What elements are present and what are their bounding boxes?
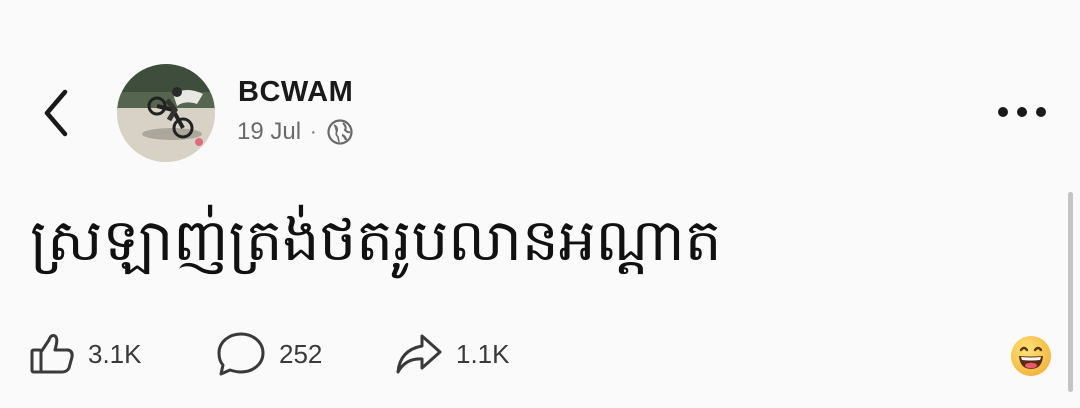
meta-separator: · — [310, 120, 317, 143]
share-arrow-icon — [396, 334, 442, 374]
author-name[interactable]: BCWAM — [238, 76, 353, 109]
like-button[interactable]: 3.1K — [28, 330, 142, 378]
post-view: BCWAM 19 Jul · ស្រឡាញ់ត្រង់ថតរូបលានអណ្ដា… — [0, 0, 1080, 408]
more-options-button[interactable] — [990, 92, 1054, 132]
comment-button[interactable]: 252 — [215, 330, 322, 378]
globe-icon — [327, 119, 353, 145]
post-date[interactable]: 19 Jul — [237, 118, 301, 146]
comment-count: 252 — [279, 338, 323, 369]
more-horizontal-icon-dot — [1036, 107, 1046, 117]
comment-bubble-icon — [217, 332, 265, 376]
laughing-emoji-icon[interactable] — [1010, 335, 1052, 377]
back-button[interactable] — [28, 78, 84, 148]
more-horizontal-icon — [998, 107, 1008, 117]
post-text: ស្រឡាញ់ត្រង់ថតរូបលានអណ្ដាត — [30, 206, 722, 274]
thumbs-up-icon — [30, 334, 74, 374]
share-count: 1.1K — [456, 338, 510, 369]
like-count: 3.1K — [88, 338, 142, 369]
avatar-image — [117, 64, 215, 162]
avatar[interactable] — [117, 64, 215, 162]
post-meta: 19 Jul · — [237, 118, 354, 146]
scrollbar[interactable] — [1068, 192, 1073, 392]
share-button[interactable]: 1.1K — [394, 330, 510, 378]
more-horizontal-icon-dot — [1017, 107, 1027, 117]
chevron-left-icon — [44, 89, 68, 137]
